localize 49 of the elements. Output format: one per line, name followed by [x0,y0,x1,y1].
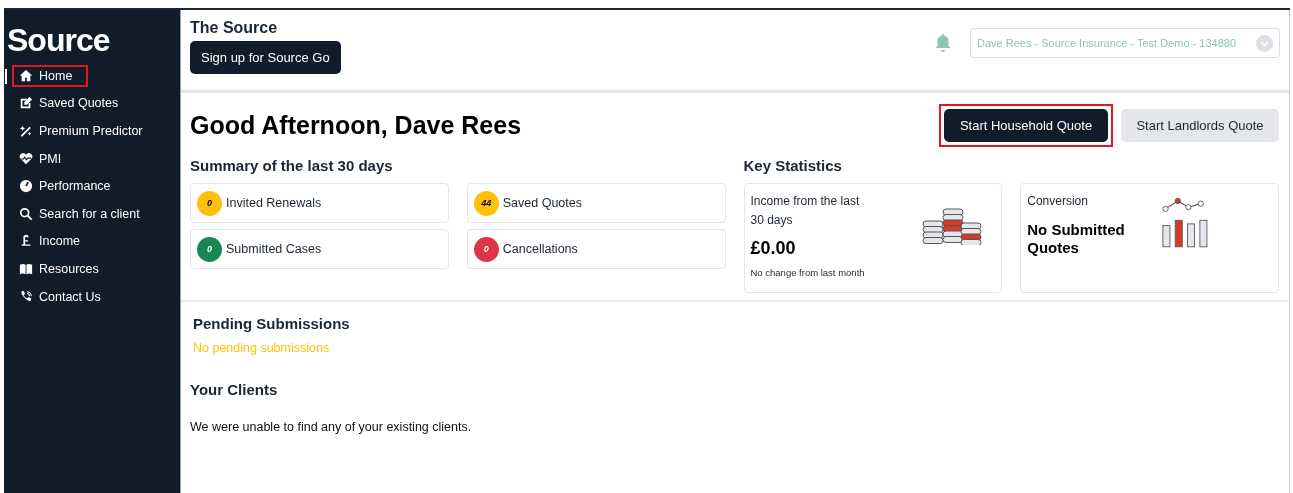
heart-icon [19,151,33,166]
count-badge: 0 [473,236,499,262]
summary-label: Invited Renewals [226,196,322,210]
section-heading: Pending Submissions [193,315,351,332]
pound-icon [19,234,33,249]
phone-icon [19,289,33,304]
nav-item[interactable]: Premium Predictor [12,120,159,142]
count-badge: 0 [197,236,222,262]
home-icon [19,68,33,83]
chevron-icon [1256,34,1273,52]
summary-label: Submitted Cases [226,242,322,256]
summary-label: Cancellations [502,242,578,256]
summary-card[interactable]: 44 Saved Quotes [466,183,726,223]
gauge-icon [19,179,33,194]
statistic-label: Conversion [1027,193,1089,210]
count-badge: 44 [473,190,499,216]
wand-icon [19,124,33,138]
count-badge: 0 [197,190,222,216]
statistic-value: No Submitted Quotes [1027,221,1126,257]
statistic-note: No change from last month [750,267,866,278]
section-heading: Summary of the last 30 days [190,157,394,174]
quote-button[interactable]: Start Landlords Quote [1121,109,1279,142]
nav-item[interactable]: Income [12,230,96,253]
empty-message: We were unable to find any of your existing clients. [190,420,473,434]
nav-item[interactable]: Saved Quotes [12,92,135,115]
signup-button[interactable]: Sign up for Source Go [190,41,341,74]
page-title: The Source [190,19,279,37]
book-icon [19,261,33,276]
nav-item[interactable]: Performance [12,175,127,198]
bell-icon[interactable] [934,33,952,53]
edit-icon [19,96,33,111]
nav-item[interactable]: Contact Us [12,285,117,308]
nav-item[interactable]: Home [12,64,89,87]
empty-message: No pending submissions [193,341,331,355]
greeting: Good Afternoon, Dave Rees [190,111,522,140]
logo: Source [7,24,110,56]
summary-label: Saved Quotes [502,196,582,210]
statistic-value: £0.00 [750,238,797,259]
summary-card[interactable]: 0 Invited Renewals [190,183,449,223]
section-heading: Key Statistics [743,157,843,174]
nav-item[interactable]: Search for a client [12,202,156,225]
summary-card[interactable]: 0 Cancellations [466,229,726,269]
statistic-label: Income from the last 30 days [750,193,861,229]
summary-card[interactable]: 0 Submitted Cases [190,229,449,269]
quote-button[interactable]: Start Household Quote [944,109,1108,142]
nav-item[interactable]: Resources [12,257,115,280]
search-icon [19,206,33,221]
section-heading: Your Clients [190,381,279,398]
nav-item[interactable]: PMI [12,147,78,170]
